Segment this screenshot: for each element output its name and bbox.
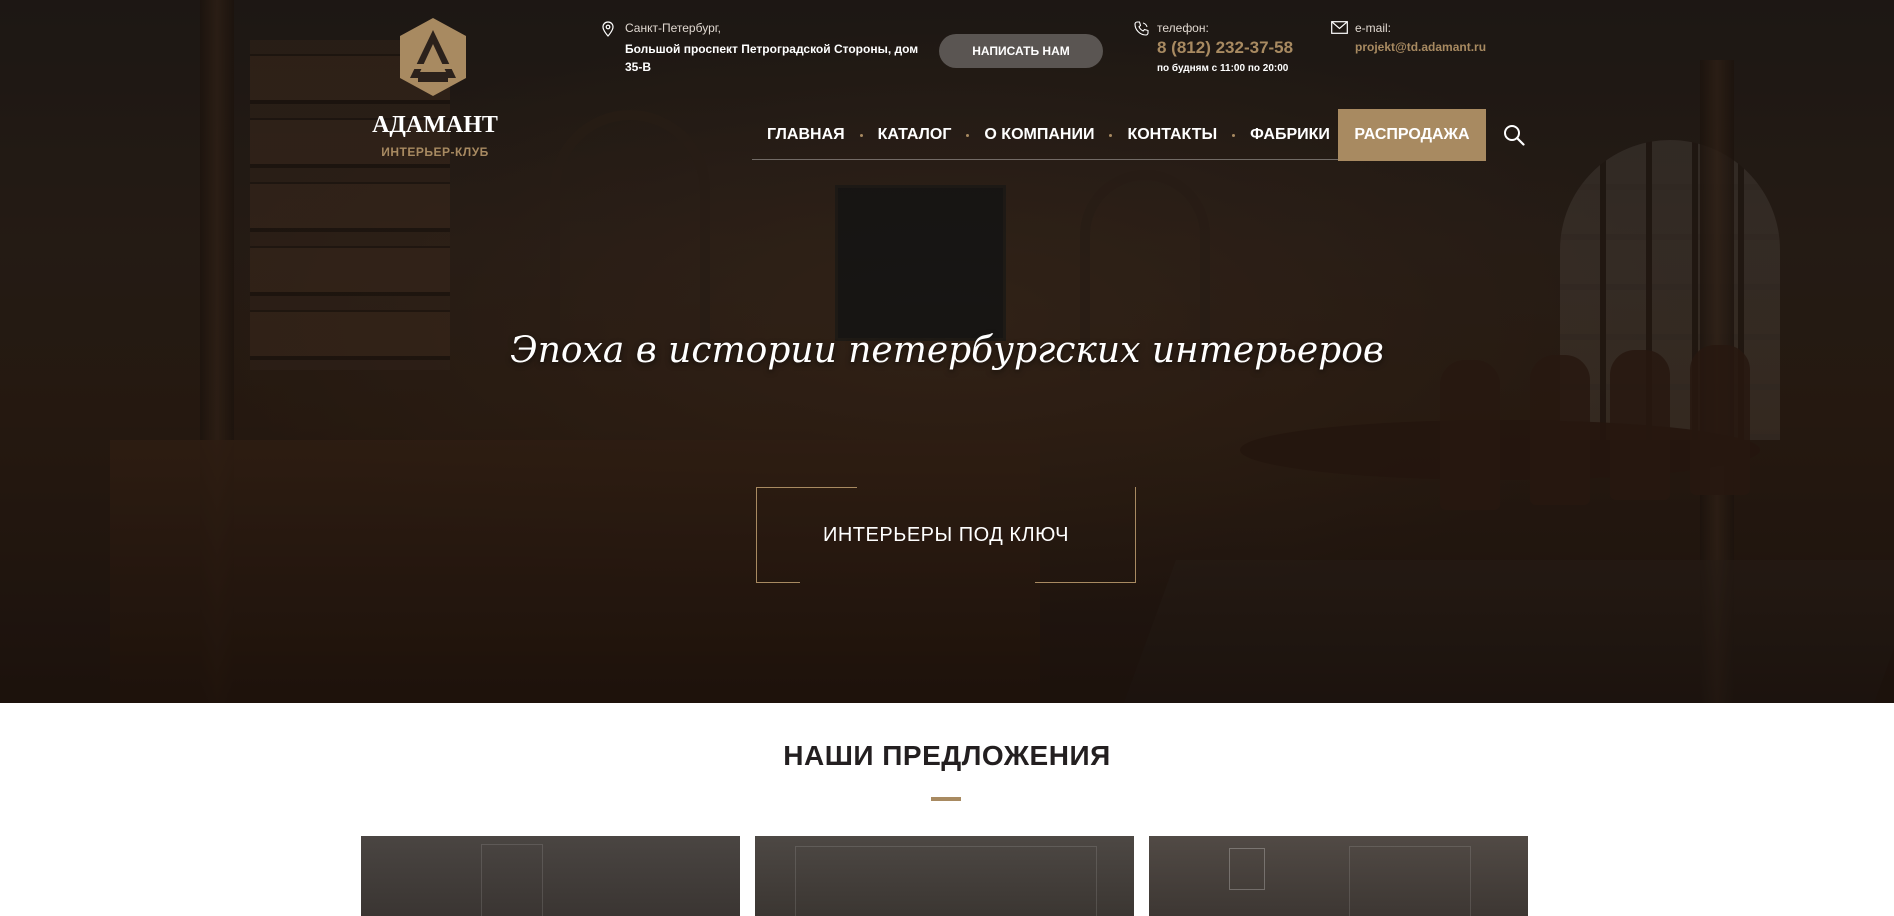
- phone-label: телефон:: [1157, 21, 1209, 35]
- hero-slogan: Эпоха в истории петербургских интерьеров: [510, 330, 1384, 371]
- location-pin-icon: [602, 21, 614, 37]
- turnkey-interiors-button[interactable]: ИНТЕРЬЕРЫ ПОД КЛЮЧ: [756, 487, 1136, 584]
- logo-icon[interactable]: [398, 16, 468, 98]
- nav-item-sale[interactable]: РАСПРОДАЖА: [1338, 109, 1486, 161]
- write-us-button[interactable]: НАПИСАТЬ НАМ: [939, 34, 1103, 68]
- title-underline: [931, 797, 961, 801]
- phone-icon: [1134, 21, 1149, 36]
- nav-item-home[interactable]: ГЛАВНАЯ: [752, 109, 860, 161]
- address-street: Большой проспект Петроградской Стороны, …: [625, 42, 919, 74]
- mail-icon: [1331, 21, 1348, 34]
- nav-item-factories[interactable]: ФАБРИКИ: [1235, 109, 1345, 161]
- brand-subtitle: ИНТЕРЬЕР-КЛУБ: [381, 145, 489, 159]
- offers-title: НАШИ ПРЕДЛОЖЕНИЯ: [783, 740, 1111, 771]
- offer-card-image: [1229, 848, 1265, 890]
- email-label: e-mail:: [1355, 21, 1392, 35]
- offer-card[interactable]: [361, 836, 740, 916]
- main-nav: ГЛАВНАЯ КАТАЛОГ О КОМПАНИИ КОНТАКТЫ ФАБР…: [752, 109, 1345, 161]
- offer-card-image: [1349, 846, 1471, 916]
- brand-name[interactable]: АДАМАНТ: [360, 112, 510, 139]
- phone-hours: по будням с 11:00 по 20:00: [1157, 63, 1289, 74]
- nav-item-about[interactable]: О КОМПАНИИ: [969, 109, 1109, 161]
- nav-item-contacts[interactable]: КОНТАКТЫ: [1112, 109, 1232, 161]
- phone-number[interactable]: 8 (812) 232-37-58: [1157, 38, 1293, 58]
- nav-item-catalog[interactable]: КАТАЛОГ: [863, 109, 967, 161]
- email-address[interactable]: projekt@td.adamant.ru: [1355, 40, 1486, 54]
- offer-card-image: [481, 844, 543, 916]
- search-icon[interactable]: [1503, 124, 1525, 146]
- address-city: Санкт-Петербург,: [625, 21, 721, 35]
- cta-label: ИНТЕРЬЕРЫ ПОД КЛЮЧ: [822, 524, 1070, 546]
- nav-underline: [752, 159, 1338, 160]
- offer-card[interactable]: [1149, 836, 1528, 916]
- offer-card[interactable]: [755, 836, 1134, 916]
- offer-card-image: [795, 846, 1097, 916]
